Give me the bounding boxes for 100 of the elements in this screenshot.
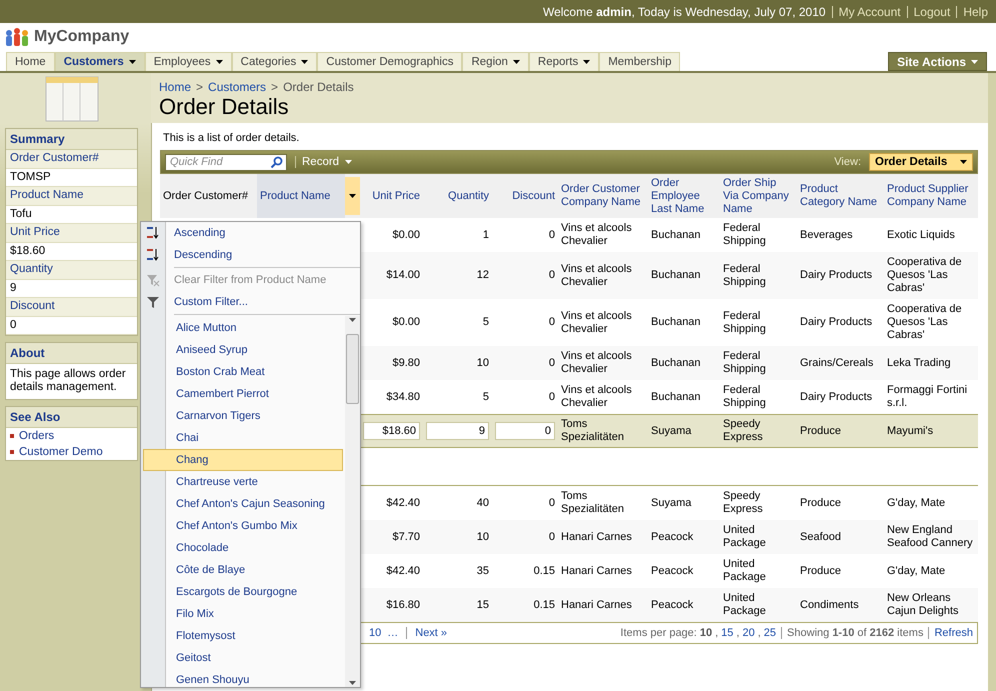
table-cell-text: Hanari Carnes — [560, 598, 633, 612]
nav-tab[interactable]: Region — [462, 52, 529, 71]
table-cell-text: Suyama — [650, 424, 692, 438]
page-link[interactable]: … — [387, 627, 398, 639]
description-text: This is a list of order details. — [162, 132, 300, 146]
table-cell-text: Dairy Products — [799, 269, 874, 282]
nav-tab[interactable]: Membership — [599, 52, 680, 71]
table-cell-text: Peacock — [650, 530, 694, 544]
next-page-link[interactable]: Next » — [415, 627, 448, 639]
filter-value-item[interactable]: Chai — [143, 427, 343, 449]
table-cell-text: Federal Shipping — [722, 350, 767, 376]
nav-tab[interactable]: Home — [6, 52, 55, 71]
table-cell-text: $42.40 — [385, 564, 421, 578]
people-logo-icon — [5, 26, 29, 46]
table-cell-text: Federal Shipping — [722, 384, 767, 410]
caret-icon — [349, 194, 356, 198]
nav-tab[interactable]: Customer Demographics — [317, 52, 462, 71]
quick-find-field[interactable]: Quick Find — [165, 154, 287, 170]
clear-filter-icon — [146, 273, 160, 287]
table-cell-text: New England Seafood Cannery — [886, 524, 974, 550]
nav-tab[interactable]: Customers — [54, 52, 145, 71]
page-size-link[interactable]: 25 — [764, 627, 776, 639]
table-cell-text: $0.00 — [391, 316, 421, 329]
column-header[interactable]: Order Customer# — [160, 174, 257, 218]
page-link[interactable]: 10 — [369, 627, 382, 639]
cell-input[interactable]: 9 — [426, 422, 489, 440]
breadcrumb-link[interactable]: Customers — [208, 80, 266, 94]
see-also-link[interactable]: Customer Demo — [6, 444, 137, 460]
filter-value-item[interactable]: Chang — [143, 449, 343, 471]
table-cell-text: Vins et alcools Chevalier — [560, 310, 633, 336]
cell-input[interactable]: $18.60 — [363, 422, 420, 440]
table-cell-text: Buchanan — [650, 269, 702, 282]
filter-value-item[interactable]: Geitost — [143, 647, 343, 669]
scroll-thumb[interactable] — [346, 334, 359, 404]
filter-value-item[interactable]: Chocolade — [143, 537, 343, 559]
column-header[interactable]: Order Customer Company Name — [558, 174, 648, 218]
nav-tab[interactable]: Categories — [232, 52, 318, 71]
top-link[interactable]: Logout — [914, 4, 950, 18]
filter-value-item[interactable]: Côte de Blaye — [143, 559, 343, 581]
page-size-link[interactable]: 10 — [700, 627, 712, 639]
page-size-link[interactable]: 20 — [742, 627, 755, 639]
filter-value-item[interactable]: Filo Mix — [143, 603, 343, 625]
filter-value-item[interactable]: Chartreuse verte — [143, 471, 343, 493]
column-header[interactable]: Unit Price — [360, 174, 423, 218]
table-cell-text: Produce — [799, 564, 842, 578]
filter-value-item[interactable]: Chef Anton's Gumbo Mix — [143, 515, 343, 537]
column-header[interactable]: Order Employee Last Name — [648, 174, 720, 218]
column-header[interactable]: Order Ship Via Company Name — [720, 174, 797, 218]
table-cell-text: 0.15 — [532, 564, 556, 578]
menu-item[interactable]: Descending — [141, 244, 360, 266]
column-menu-button[interactable] — [345, 177, 360, 215]
table-cell-text: Exotic Liquids — [886, 228, 956, 242]
nav-tab[interactable]: Reports — [528, 52, 600, 71]
showing-text: Showing 1-10 of 2162 items — [787, 627, 924, 639]
table-cell-text: Toms Spezialitäten — [560, 418, 625, 444]
sort-icon — [146, 226, 160, 240]
menu-item[interactable]: Custom Filter... — [141, 291, 360, 313]
filter-value-item[interactable]: Chef Anton's Cajun Seasoning — [143, 493, 343, 515]
column-header[interactable]: Quantity — [423, 174, 492, 218]
table-cell-text: 10 — [476, 530, 490, 544]
table-cell-text: 35 — [476, 564, 490, 578]
table-cell-text: Vins et alcools Chevalier — [560, 350, 633, 376]
filter-value-item[interactable]: Escargots de Bourgogne — [143, 581, 343, 603]
filter-value-item[interactable]: Carnarvon Tigers — [143, 405, 343, 427]
table-cell-text: 0 — [548, 228, 556, 242]
view-select[interactable]: Order Details — [869, 153, 973, 171]
filter-value-item[interactable]: Boston Crab Meat — [143, 361, 343, 383]
page-size-link[interactable]: 15 — [721, 627, 734, 639]
top-link[interactable]: My Account — [838, 4, 901, 18]
filter-value-item[interactable]: Alice Mutton — [143, 317, 343, 339]
table-cell-text: United Package — [722, 558, 767, 584]
column-header[interactable]: Product Category Name — [797, 174, 884, 218]
panel-title: Summary — [6, 129, 137, 150]
breadcrumb-link[interactable]: Home — [159, 80, 192, 94]
caret-icon — [960, 160, 967, 164]
filter-value-item[interactable]: Aniseed Syrup — [143, 339, 343, 361]
nav-tab[interactable]: Employees — [144, 52, 232, 71]
table-cell-text: Vins et alcools Chevalier — [560, 384, 633, 410]
see-also-link[interactable]: Orders — [6, 428, 137, 444]
top-link[interactable]: Help — [963, 4, 988, 18]
table-cell-text: G'day, Mate — [886, 564, 946, 578]
table-cell-text: 5 — [482, 390, 490, 404]
refresh-link[interactable]: Refresh — [934, 627, 973, 639]
table-cell-text: Beverages — [799, 228, 854, 242]
column-header[interactable]: Product Supplier Company Name — [884, 174, 978, 218]
field-label: Unit Price — [6, 224, 137, 243]
table-cell-text: $42.40 — [385, 496, 421, 510]
scrollbar[interactable] — [345, 316, 360, 687]
filter-value-item[interactable]: Flotemysost — [143, 625, 343, 647]
cell-input[interactable]: 0 — [495, 422, 555, 440]
record-menu-button[interactable]: Record — [295, 156, 358, 168]
list-separator: , — [736, 627, 740, 639]
site-actions-button[interactable]: Site Actions — [888, 52, 987, 71]
table-cell-text: $0.00 — [391, 228, 421, 242]
filter-value-item[interactable]: Camembert Pierrot — [143, 383, 343, 405]
menu-item[interactable]: Ascending — [141, 222, 360, 244]
filter-value-item[interactable]: Genen Shouyu — [143, 669, 343, 687]
table-cell-text: 0.15 — [532, 598, 556, 612]
column-header[interactable]: Discount — [492, 174, 558, 218]
column-header[interactable]: Product Name — [257, 174, 345, 218]
